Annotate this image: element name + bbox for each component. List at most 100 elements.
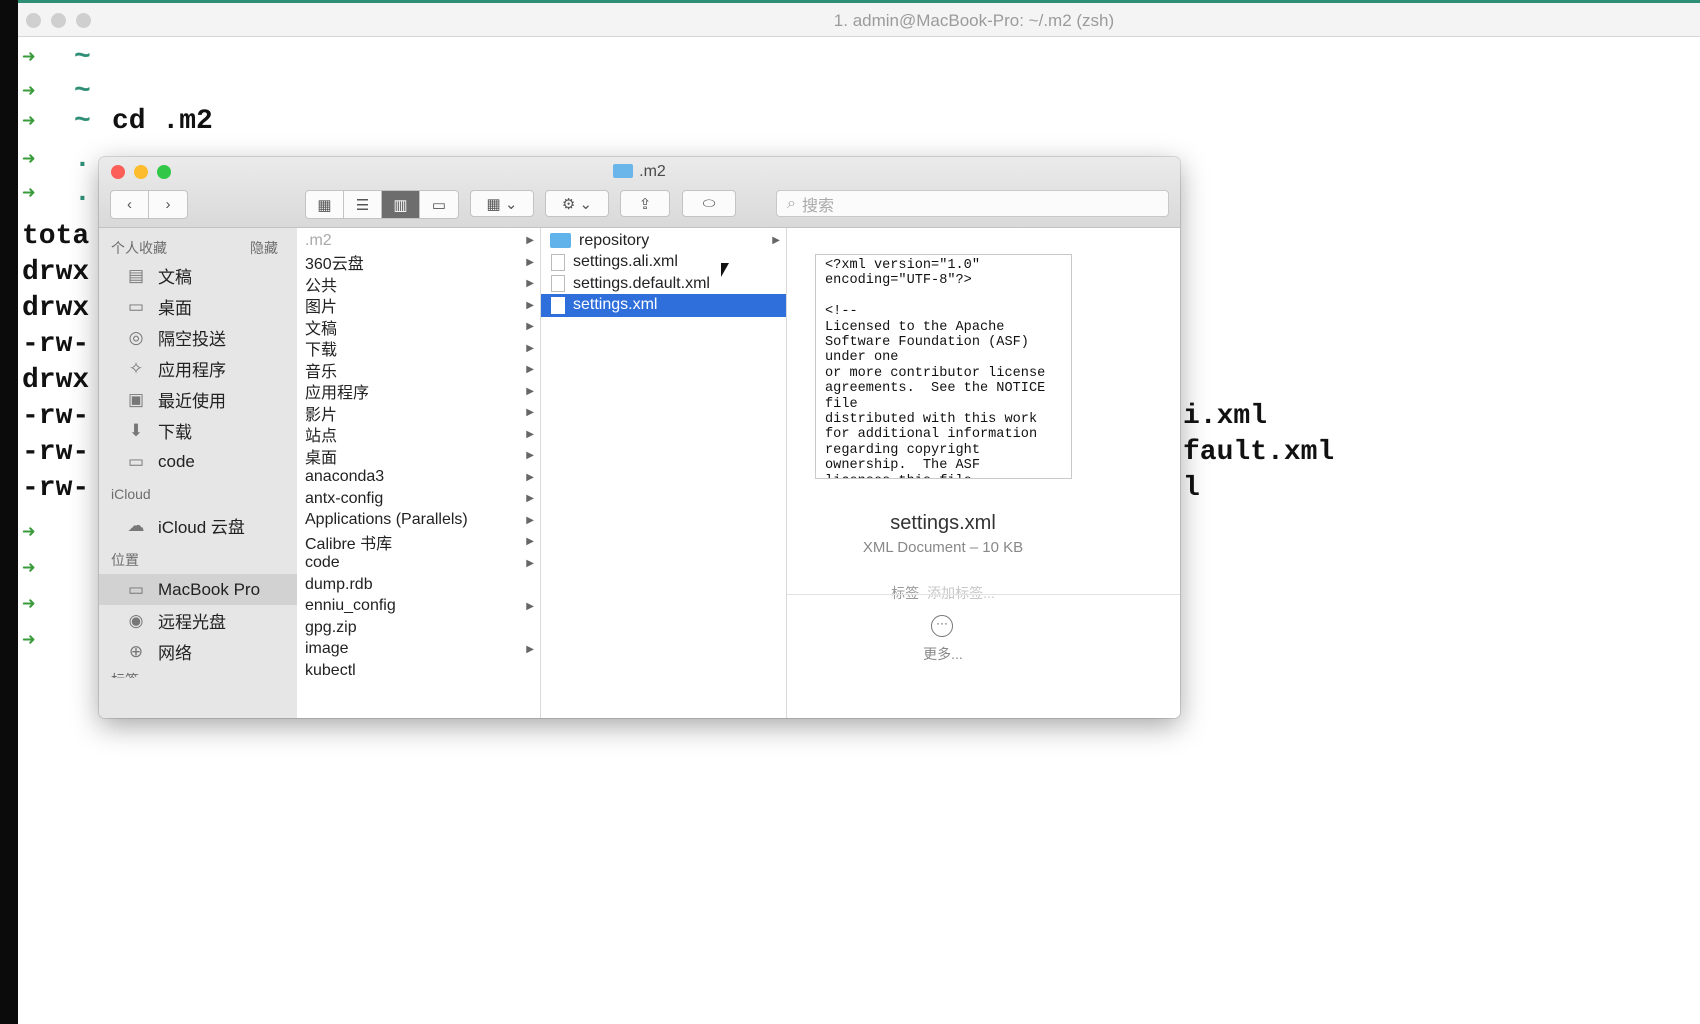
column-item[interactable]: gpg.zip	[297, 616, 540, 639]
column-item-label: repository	[579, 231, 650, 249]
prompt-arrow-icon: ➜	[22, 629, 36, 654]
sidebar-item-label: 网络	[158, 644, 192, 663]
finder-title-text: .m2	[639, 163, 666, 180]
action-button[interactable]: ⚙ ⌄	[545, 190, 609, 217]
column-item[interactable]: 影片 ▶	[297, 401, 540, 424]
sidebar-item-macbook-pro[interactable]: ▭ MacBook Pro	[99, 574, 297, 605]
file-item[interactable]: settings.ali.xml	[541, 251, 786, 274]
document-icon	[551, 253, 565, 271]
chevron-right-icon: ▶	[526, 299, 534, 311]
gallery-view-button[interactable]: ▭	[420, 191, 458, 218]
ls-output-line: -rw-	[22, 473, 90, 504]
column-item[interactable]: dump.rdb	[297, 573, 540, 596]
list-view-button[interactable]: ☰	[344, 191, 382, 218]
column-item[interactable]: kubectl	[297, 659, 540, 682]
column-item[interactable]: enniu_config ▶	[297, 595, 540, 618]
column-item[interactable]: image ▶	[297, 638, 540, 661]
column-item[interactable]: 文稿 ▶	[297, 315, 540, 338]
column-item[interactable]: 公共 ▶	[297, 272, 540, 295]
column-item[interactable]: Applications (Parallels) ▶	[297, 509, 540, 532]
terminal-line: ➜	[22, 553, 74, 583]
terminal-line: ➜	[22, 625, 74, 655]
sidebar-item-recents[interactable]: ▣ 最近使用	[99, 384, 297, 415]
column-item[interactable]: Calibre 书库 ▶	[297, 530, 540, 553]
terminal-command: cd .m2	[112, 106, 213, 137]
column-item-label: dump.rdb	[305, 575, 373, 593]
column-item[interactable]: 应用程序 ▶	[297, 380, 540, 403]
sidebar-item-documents[interactable]: ▤ 文稿	[99, 260, 297, 291]
airdrop-icon: ◎	[128, 327, 144, 347]
column-item-label: 下载	[305, 342, 338, 359]
column-item[interactable]: 桌面 ▶	[297, 444, 540, 467]
sidebar-item-label: code	[158, 451, 195, 471]
folder-icon: ▭	[127, 451, 145, 471]
share-button[interactable]: ⇪	[620, 190, 670, 217]
icon-view-button[interactable]: ▦	[306, 191, 344, 218]
gear-icon: ⚙ ⌄	[561, 195, 593, 213]
column-item[interactable]: 360云盘 ▶	[297, 251, 540, 274]
search-icon: ⌕	[787, 194, 796, 212]
sidebar-item-downloads[interactable]: ⬇ 下载	[99, 415, 297, 446]
column-item-label: 音乐	[305, 363, 338, 381]
sidebar-item-icloud-drive[interactable]: ☁ iCloud 云盘	[99, 510, 297, 541]
view-mode-control: ▦ ☰ ▥ ▭	[305, 190, 459, 219]
chevron-right-icon: ▶	[526, 321, 534, 332]
prompt-arrow-icon: ➜	[22, 521, 36, 546]
tag-button[interactable]: ⬭	[682, 190, 736, 217]
folder-icon	[550, 233, 571, 248]
column-item[interactable]: 音乐 ▶	[297, 358, 540, 381]
ls-output-filename: i.xml	[1183, 401, 1268, 432]
document-icon: ▤	[127, 265, 145, 285]
more-button[interactable]: 更多...	[787, 644, 1099, 664]
chevron-right-icon: ▶	[526, 342, 534, 354]
search-field[interactable]: ⌕ 搜索	[776, 190, 1169, 217]
column-view-button[interactable]: ▥	[382, 191, 420, 218]
column-item[interactable]: anaconda3 ▶	[297, 466, 540, 489]
chevron-right-icon: ▶	[526, 514, 534, 526]
terminal-line: ➜	[22, 517, 74, 547]
recents-icon: ▣	[127, 389, 145, 409]
ls-output-line: drwx	[22, 293, 90, 324]
file-item[interactable]: settings.xml	[541, 293, 786, 317]
prompt-arrow-icon: ➜	[22, 46, 36, 71]
network-icon: ⊕	[128, 641, 144, 661]
column-item-label: 图片	[305, 299, 338, 316]
column-item[interactable]: .m2 ▶	[297, 229, 540, 252]
cloud-icon: ☁	[127, 515, 145, 535]
divider	[787, 594, 1180, 595]
more-icon[interactable]: ···	[931, 615, 953, 637]
file-item[interactable]: settings.default.xml	[541, 272, 786, 295]
column-item[interactable]: 图片 ▶	[297, 294, 540, 317]
sidebar-item-label: 远程光盘	[158, 613, 226, 632]
finder-toolbar: .m2 ‹ › ▦ ☰ ▥ ▭ ▦ ⌄ ⚙ ⌄ ⇪ ⬭ ⌕ 搜索	[99, 157, 1180, 228]
sidebar-item-desktop[interactable]: ▭ 桌面	[99, 291, 297, 322]
column-m2: repository ▶ settings.ali.xml settings.defa…	[541, 228, 787, 718]
chevron-right-icon: ▶	[772, 235, 780, 246]
column-item-label: antx-config	[305, 489, 384, 507]
chevron-right-icon: ▶	[526, 385, 534, 397]
column-item[interactable]: 下载 ▶	[297, 337, 540, 360]
back-button[interactable]: ‹	[111, 191, 149, 218]
sidebar-item-airdrop[interactable]: ◎ 隔空投送	[99, 322, 297, 353]
hide-favorites-button[interactable]: 隐藏	[250, 238, 278, 258]
forward-button[interactable]: ›	[149, 191, 187, 218]
column-item-label: 应用程序	[305, 385, 370, 402]
prompt-tilde: ~	[74, 76, 91, 107]
column-item-label: Calibre 书库	[305, 535, 393, 553]
sidebar-item-remote-disc[interactable]: ◉ 远程光盘	[99, 605, 297, 636]
terminal-title: 1. admin@MacBook-Pro: ~/.m2 (zsh)	[833, 11, 1115, 30]
sidebar-item-network[interactable]: ⊕ 网络	[99, 636, 297, 667]
column-item[interactable]: antx-config ▶	[297, 487, 540, 510]
ls-output-line: tota	[22, 221, 90, 252]
folder-item[interactable]: repository ▶	[541, 229, 786, 252]
column-item[interactable]: code ▶	[297, 552, 540, 575]
applications-icon: ✧	[128, 358, 144, 378]
finder-window: .m2 ‹ › ▦ ☰ ▥ ▭ ▦ ⌄ ⚙ ⌄ ⇪ ⬭ ⌕ 搜索 个人收藏 隐藏 …	[99, 157, 1180, 718]
left-edge	[0, 0, 18, 1024]
column-item-label: 影片	[305, 406, 338, 424]
group-button[interactable]: ▦ ⌄	[470, 190, 534, 217]
add-tags-field[interactable]: 添加标签...	[927, 585, 995, 601]
sidebar-item-applications[interactable]: ✧ 应用程序	[99, 353, 297, 384]
column-item[interactable]: 站点 ▶	[297, 423, 540, 446]
sidebar-item-code[interactable]: ▭ code	[99, 446, 297, 477]
